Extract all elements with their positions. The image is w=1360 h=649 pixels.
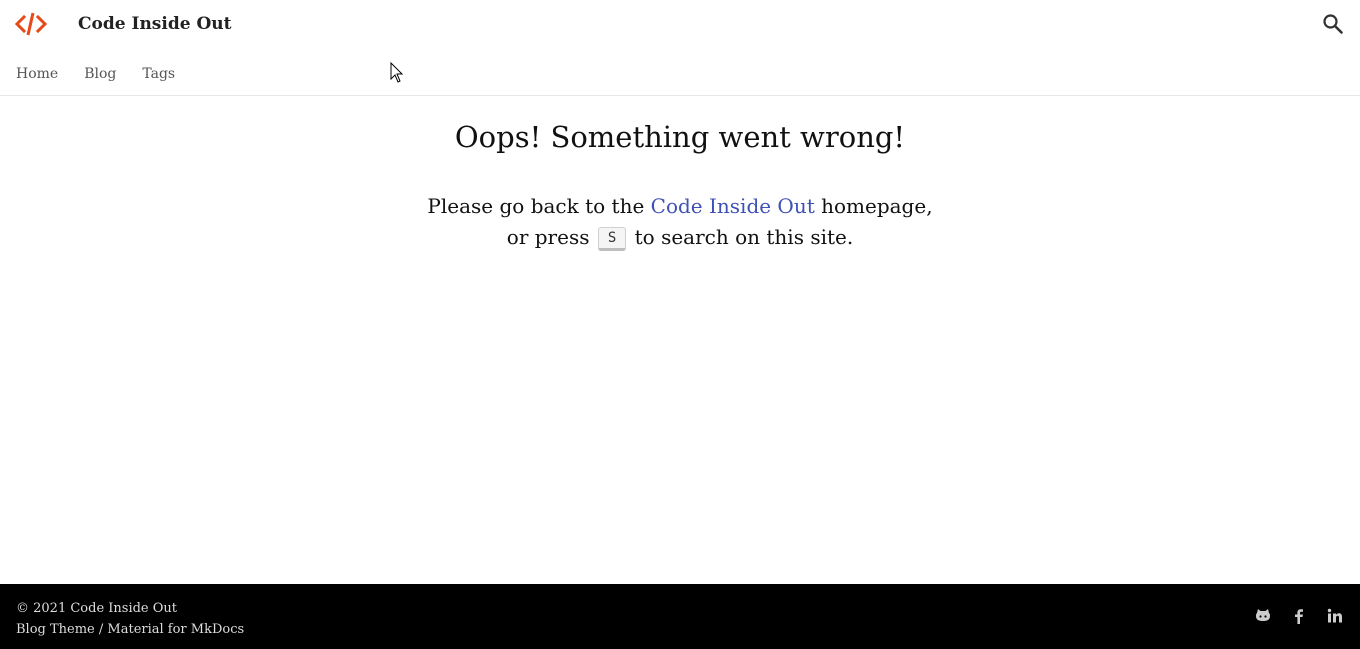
main-content: Oops! Something went wrong! Please go ba… xyxy=(0,97,1360,253)
copyright-text: © 2021 Code Inside Out xyxy=(16,601,178,616)
homepage-link[interactable]: Code Inside Out xyxy=(651,194,815,218)
material-mkdocs-link[interactable]: Material for MkDocs xyxy=(107,622,244,637)
code-brackets-icon xyxy=(14,12,48,36)
error-message: Please go back to the Code Inside Out ho… xyxy=(0,191,1360,253)
message-text-1: Please go back to the xyxy=(427,194,651,218)
blog-theme-link[interactable]: Blog Theme xyxy=(16,622,95,637)
facebook-link[interactable] xyxy=(1290,607,1308,625)
github-icon xyxy=(1256,609,1270,621)
social-links xyxy=(1254,607,1344,625)
search-icon xyxy=(1323,14,1343,34)
footer-copyright: © 2021 Code Inside Out Blog Theme / Mate… xyxy=(16,598,244,640)
message-text-2: homepage, xyxy=(814,194,933,218)
site-footer: © 2021 Code Inside Out Blog Theme / Mate… xyxy=(0,584,1360,649)
message-text-3: or press xyxy=(506,225,596,249)
nav-item-home[interactable]: Home xyxy=(16,64,58,84)
site-title[interactable]: Code Inside Out xyxy=(78,12,231,36)
linkedin-link[interactable] xyxy=(1326,607,1344,625)
nav-item-tags[interactable]: Tags xyxy=(142,64,175,84)
error-heading: Oops! Something went wrong! xyxy=(454,120,906,154)
footer-credits: Blog Theme / Material for MkDocs xyxy=(16,619,244,640)
credits-separator: / xyxy=(94,622,108,637)
site-header: Code Inside Out Home Blog Tags xyxy=(0,0,1360,96)
linkedin-icon xyxy=(1327,608,1342,623)
search-button[interactable] xyxy=(1322,13,1344,35)
page: Code Inside Out Home Blog Tags Oops! Som… xyxy=(0,0,1360,649)
message-text-4: to search on this site. xyxy=(628,225,854,249)
search-key-badge: S xyxy=(597,227,627,251)
main-nav: Home Blog Tags xyxy=(16,64,175,84)
nav-item-blog[interactable]: Blog xyxy=(84,64,116,84)
facebook-icon xyxy=(1295,609,1303,624)
github-link[interactable] xyxy=(1254,607,1272,625)
site-logo[interactable] xyxy=(14,11,48,37)
